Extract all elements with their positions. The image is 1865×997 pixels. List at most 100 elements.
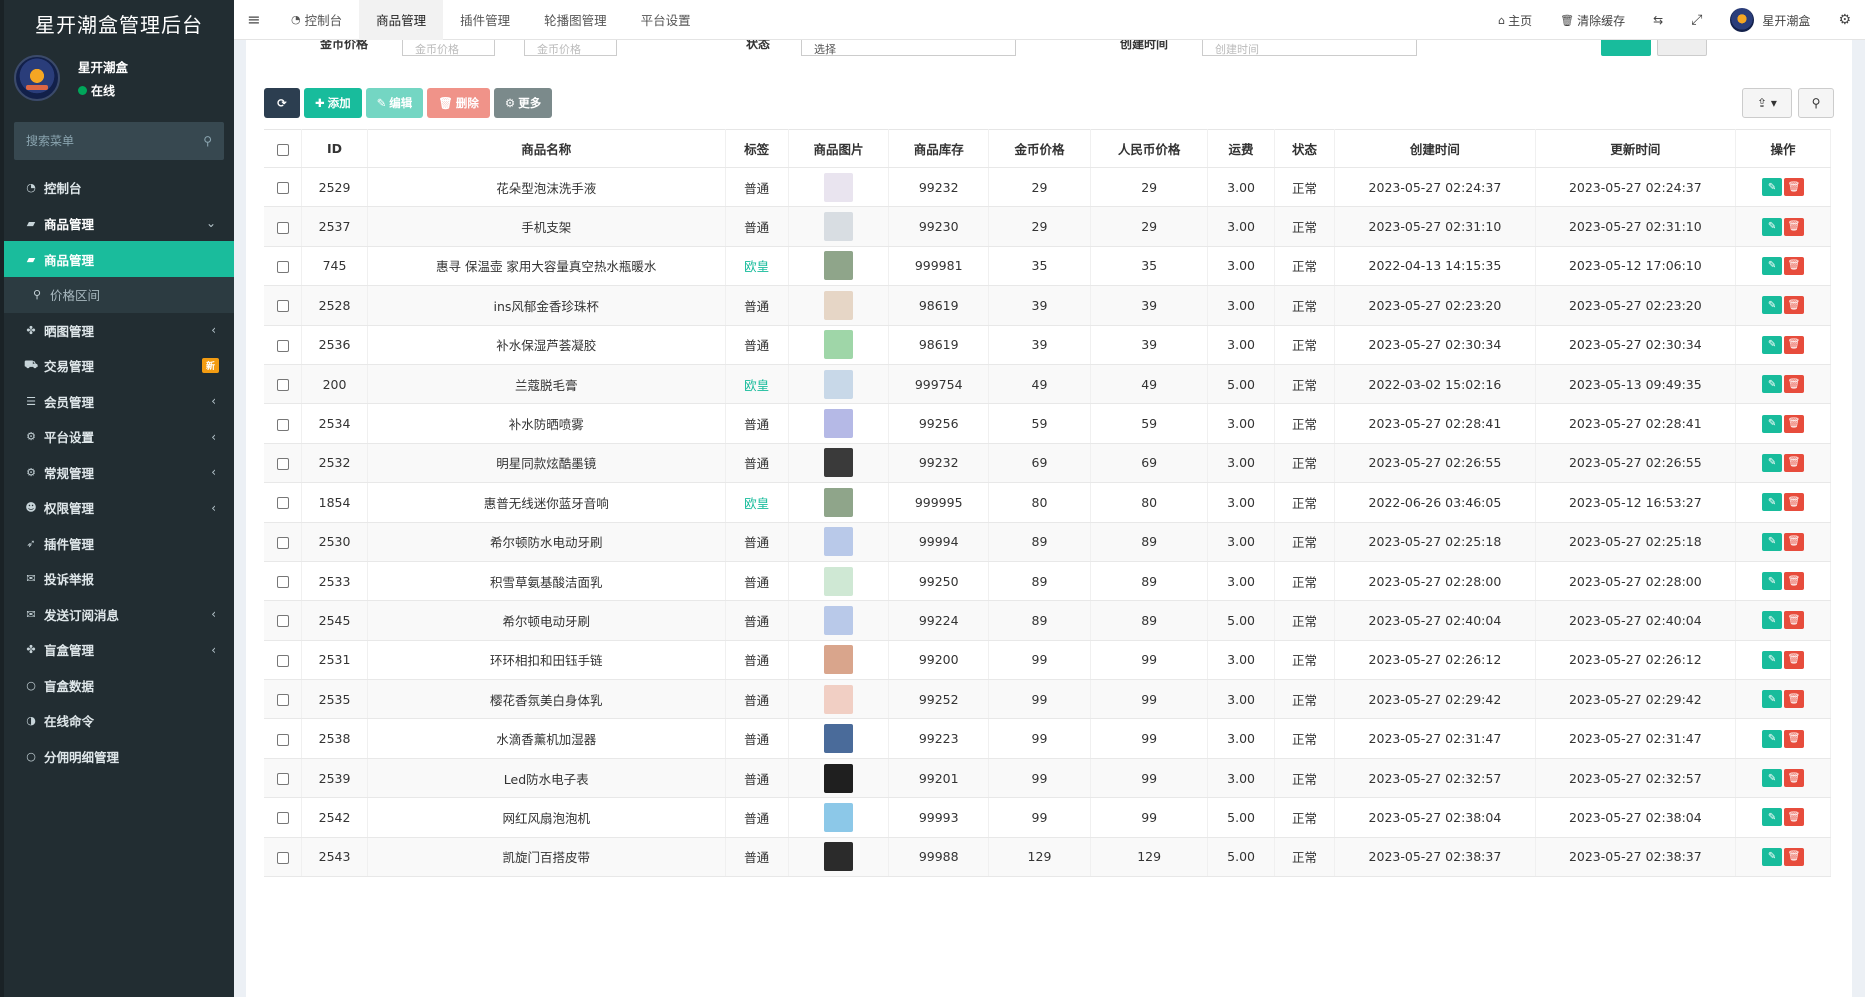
sidebar-item-10[interactable]: ➶ 插件管理 [4,526,234,562]
sidebar-item-8[interactable]: ⚙ 常规管理 ‹ [4,455,234,491]
product-thumbnail[interactable] [824,724,853,754]
menu-toggle-icon[interactable]: ≡ [234,10,274,29]
row-checkbox[interactable] [276,851,289,864]
column-header[interactable]: 标签 [725,129,789,168]
add-button[interactable]: ✚ 添加 [304,88,362,118]
row-edit-button[interactable]: ✎ [1762,611,1783,630]
row-delete-button[interactable]: 🗑 [1784,414,1805,433]
row-delete-button[interactable]: 🗑 [1784,532,1805,551]
user-menu[interactable]: 星开潮盒 [1730,8,1810,32]
sidebar-item-9[interactable]: ☻ 权限管理 ‹ [4,490,234,526]
product-thumbnail[interactable] [824,487,853,517]
search-icon[interactable]: ⚲ [203,134,212,148]
language-icon[interactable]: ⇆ [1653,13,1663,27]
table-row[interactable]: 2530 希尔顿防水电动牙刷 普通 99994 89 89 3.00 正常 2023-05-27… [264,522,1831,562]
tab-4[interactable]: 平台设置 [624,0,708,40]
column-header[interactable]: 操作 [1735,129,1831,168]
row-edit-button[interactable]: ✎ [1762,178,1783,197]
tab-3[interactable]: 轮播图管理 [527,0,624,40]
tab-2[interactable]: 插件管理 [443,0,527,40]
row-edit-button[interactable]: ✎ [1762,690,1783,709]
row-checkbox[interactable] [276,339,289,352]
row-delete-button[interactable]: 🗑 [1784,650,1805,669]
fullscreen-icon[interactable]: ⤢ [1691,12,1702,28]
sidebar-item-2[interactable]: ▰ 商品管理 [4,241,234,277]
row-checkbox[interactable] [276,379,289,392]
row-checkbox[interactable] [276,182,289,195]
sidebar-item-13[interactable]: ✤ 盲盒管理 ‹ [4,632,234,668]
row-checkbox[interactable] [276,536,289,549]
table-row[interactable]: 2535 樱花香氛美白身体乳 普通 99252 99 99 3.00 正常 2023-05-27… [264,679,1831,720]
sidebar-item-3[interactable]: ⚲ 价格区间 [4,277,234,313]
table-row[interactable]: 745 惠寻 保温壶 家用大容量真空热水瓶暖水 欧皇 999981 35 35 3.00 正常… [264,246,1831,287]
table-row[interactable]: 1854 惠普无线迷你蓝牙音响 欧皇 999995 80 80 3.00 正常 2022-06-… [264,482,1831,523]
table-row[interactable]: 200 兰蔻脱毛膏 欧皇 999754 49 49 5.00 正常 2022-03-02 15:… [264,364,1831,405]
table-row[interactable]: 2542 网红风扇泡泡机 普通 99993 99 99 5.00 正常 2023-05-27 0… [264,797,1831,838]
sidebar-item-0[interactable]: ◔ 控制台 [4,170,234,206]
sidebar-item-14[interactable]: ○ 盲盒数据 [4,668,234,704]
sidebar-item-12[interactable]: ✉ 发送订阅消息 ‹ [4,597,234,633]
product-thumbnail[interactable] [824,645,853,675]
sidebar-item-15[interactable]: ◑ 在线命令 [4,703,234,739]
table-row[interactable]: 2537 手机支架 普通 99230 29 29 3.00 正常 2023-05-27 02:3… [264,206,1831,247]
row-edit-button[interactable]: ✎ [1762,217,1783,236]
row-edit-button[interactable]: ✎ [1762,532,1783,551]
submit-button[interactable] [1601,40,1651,56]
refresh-button[interactable]: ⟳ [264,88,300,118]
row-delete-button[interactable]: 🗑 [1784,493,1805,512]
product-thumbnail[interactable] [824,369,853,399]
app-logo[interactable]: 星开潮盒管理后台 [4,0,234,46]
column-header[interactable]: ID [301,129,368,168]
table-row[interactable]: 2534 补水防晒喷雾 普通 99256 59 59 3.00 正常 2023-05-27 02… [264,403,1831,444]
row-edit-button[interactable]: ✎ [1762,453,1783,472]
product-thumbnail[interactable] [824,527,853,557]
column-header[interactable]: 状态 [1274,129,1336,168]
column-header[interactable]: 创建时间 [1334,129,1536,168]
sidebar-item-11[interactable]: ✉ 投诉举报 [4,561,234,597]
row-edit-button[interactable]: ✎ [1762,493,1783,512]
row-checkbox[interactable] [276,497,289,510]
column-header[interactable]: 金币价格 [988,129,1091,168]
row-delete-button[interactable]: 🗑 [1784,572,1805,591]
column-header[interactable]: 商品名称 [367,129,726,168]
column-header[interactable]: 运费 [1207,129,1275,168]
row-edit-button[interactable]: ✎ [1762,769,1783,788]
row-delete-button[interactable]: 🗑 [1784,808,1805,827]
sidebar-item-5[interactable]: ⛟ 交易管理 新 [4,348,234,384]
row-delete-button[interactable]: 🗑 [1784,217,1805,236]
row-checkbox[interactable] [276,733,289,746]
row-checkbox[interactable] [276,615,289,628]
row-edit-button[interactable]: ✎ [1762,335,1783,354]
product-thumbnail[interactable] [824,605,853,635]
product-thumbnail[interactable] [824,566,853,596]
row-checkbox[interactable] [276,654,289,667]
table-row[interactable]: 2529 花朵型泡沫洗手液 普通 99232 29 29 3.00 正常 2023-05-27 … [264,167,1831,208]
row-edit-button[interactable]: ✎ [1762,296,1783,315]
export-button[interactable]: ⇪ ▾ [1742,88,1792,118]
sidebar-item-4[interactable]: ✤ 晒图管理 ‹ [4,313,234,349]
table-row[interactable]: 2531 环环相扣和田钰手链 普通 99200 99 99 3.00 正常 2023-05-27… [264,640,1831,681]
row-checkbox[interactable] [276,300,289,313]
row-checkbox[interactable] [276,773,289,786]
sidebar-item-7[interactable]: ⚙ 平台设置 ‹ [4,419,234,455]
row-edit-button[interactable]: ✎ [1762,847,1783,866]
table-row[interactable]: 2538 水滴香薰机加湿器 普通 99223 99 99 3.00 正常 2023-05-27 … [264,718,1831,759]
column-header[interactable]: 商品图片 [788,129,890,168]
home-link[interactable]: ⌂ 主页 [1498,12,1532,29]
row-checkbox[interactable] [276,812,289,825]
row-checkbox[interactable] [276,694,289,707]
sidebar-item-16[interactable]: ○ 分佣明细管理 [4,739,234,775]
table-row[interactable]: 2543 凯旋门百搭皮带 普通 99988 129 129 5.00 正常 2023-05-27… [264,837,1831,878]
tab-1[interactable]: 商品管理 [359,0,444,40]
row-delete-button[interactable]: 🗑 [1784,769,1805,788]
product-thumbnail[interactable] [824,763,853,793]
row-delete-button[interactable]: 🗑 [1784,335,1805,354]
product-thumbnail[interactable] [824,251,853,281]
table-row[interactable]: 2536 补水保湿芦荟凝胶 普通 98619 39 39 3.00 正常 2023-05-27 … [264,325,1831,365]
table-row[interactable]: 2532 明星同款炫酷墨镜 普通 99232 69 69 3.00 正常 2023-05-27 … [264,443,1831,484]
product-thumbnail[interactable] [824,448,853,478]
product-thumbnail[interactable] [824,842,853,872]
row-delete-button[interactable]: 🗑 [1784,178,1805,197]
status-select[interactable]: 选择 [801,40,1016,56]
product-thumbnail[interactable] [824,684,853,714]
